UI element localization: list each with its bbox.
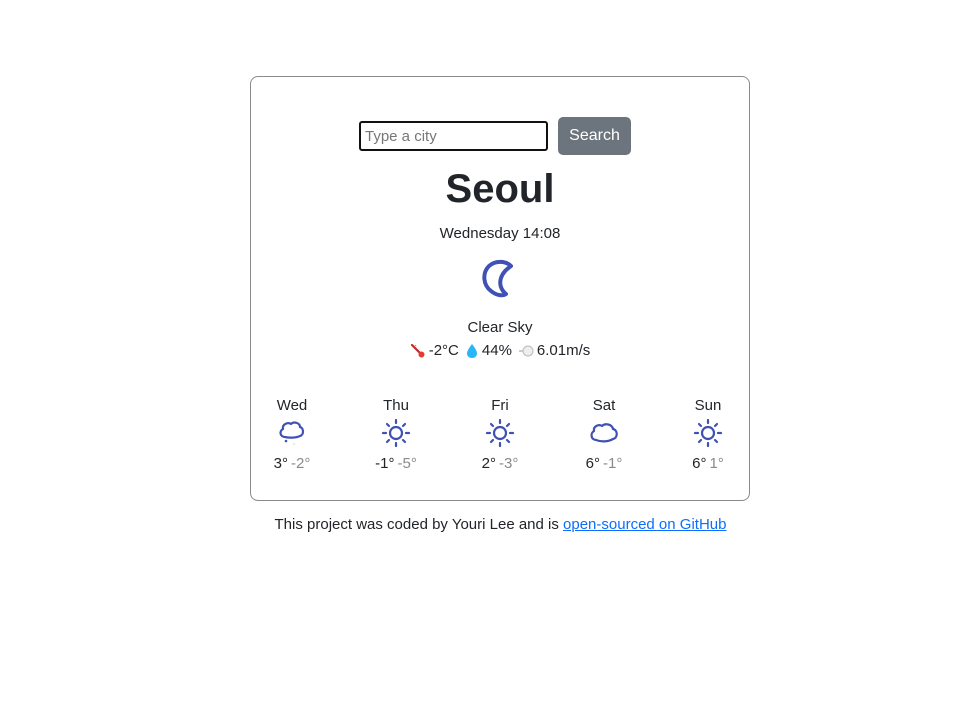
forecast-day: Thu -1° -5° [366,397,426,472]
wind-stat: 6.01m/s [518,342,590,359]
sun-icon [381,418,411,448]
search-form: Search [251,117,749,155]
forecast-day: Fri 2° -3° [470,397,530,472]
forecast-min-temp: -2° [291,455,311,472]
forecast-day-name: Sat [592,397,616,414]
forecast-temps: 6° -1° [586,455,623,472]
temperature-value: -2°C [428,342,459,359]
moon-icon [482,259,513,298]
footer-text: This project was coded by Youri Lee and … [274,516,564,533]
forecast-min-temp: -3° [499,455,519,472]
forecast-day-name: Wed [276,397,308,414]
forecast-max-temp: 3° [273,455,288,472]
thermometer-icon [410,343,425,357]
forecast-max-temp: 6° [585,455,600,472]
forecast-temps: 6° 1° [692,455,724,472]
sun-icon [693,418,723,448]
forecast-day: Sat 6° -1° [574,397,634,472]
forecast-max-temp: 6° [692,455,707,472]
footer: This project was coded by Youri Lee and … [0,516,979,533]
forecast-temps: 3° -2° [274,455,311,472]
sun-icon [485,418,515,448]
temperature-stat: -2°C [410,342,459,359]
forecast-max-temp: 2° [481,455,496,472]
water-drop-icon [466,343,477,358]
forecast-max-temp: -1° [375,455,395,472]
weather-card: Search Seoul Wednesday 14:08 Clear Sky -… [250,76,750,501]
forecast-min-temp: -1° [603,455,623,472]
github-link[interactable]: open-sourced on GitHub [563,516,726,533]
wind-value: 6.01m/s [536,342,591,359]
current-datetime: Wednesday 14:08 [439,225,561,242]
forecast-min-temp: 1° [709,455,724,472]
forecast-day: Sun 6° 1° [678,397,738,472]
forecast-temps: -1° -5° [375,455,417,472]
city-search-input[interactable] [359,121,548,151]
forecast-day-name: Sun [694,397,722,414]
city-name: Seoul [445,167,555,211]
search-button[interactable]: Search [558,117,631,155]
cloud-rain-icon [279,421,305,445]
forecast-day-name: Thu [383,397,409,414]
forecast-temps: 2° -3° [482,455,519,472]
humidity-stat: 44% [465,342,512,359]
wind-icon [518,345,534,356]
weather-description: Clear Sky [467,319,533,336]
forecast-day: Wed 3° -2° [262,397,322,472]
current-stats: -2°C 44% 6.01m/s [251,342,749,359]
forecast-min-temp: -5° [397,455,417,472]
humidity-value: 44% [481,342,512,359]
forecast-row: Wed 3° -2° Thu -1° -5° Fri 2° -3° Sat 6°… [251,397,749,472]
cloud-icon [590,423,618,443]
forecast-day-name: Fri [491,397,509,414]
